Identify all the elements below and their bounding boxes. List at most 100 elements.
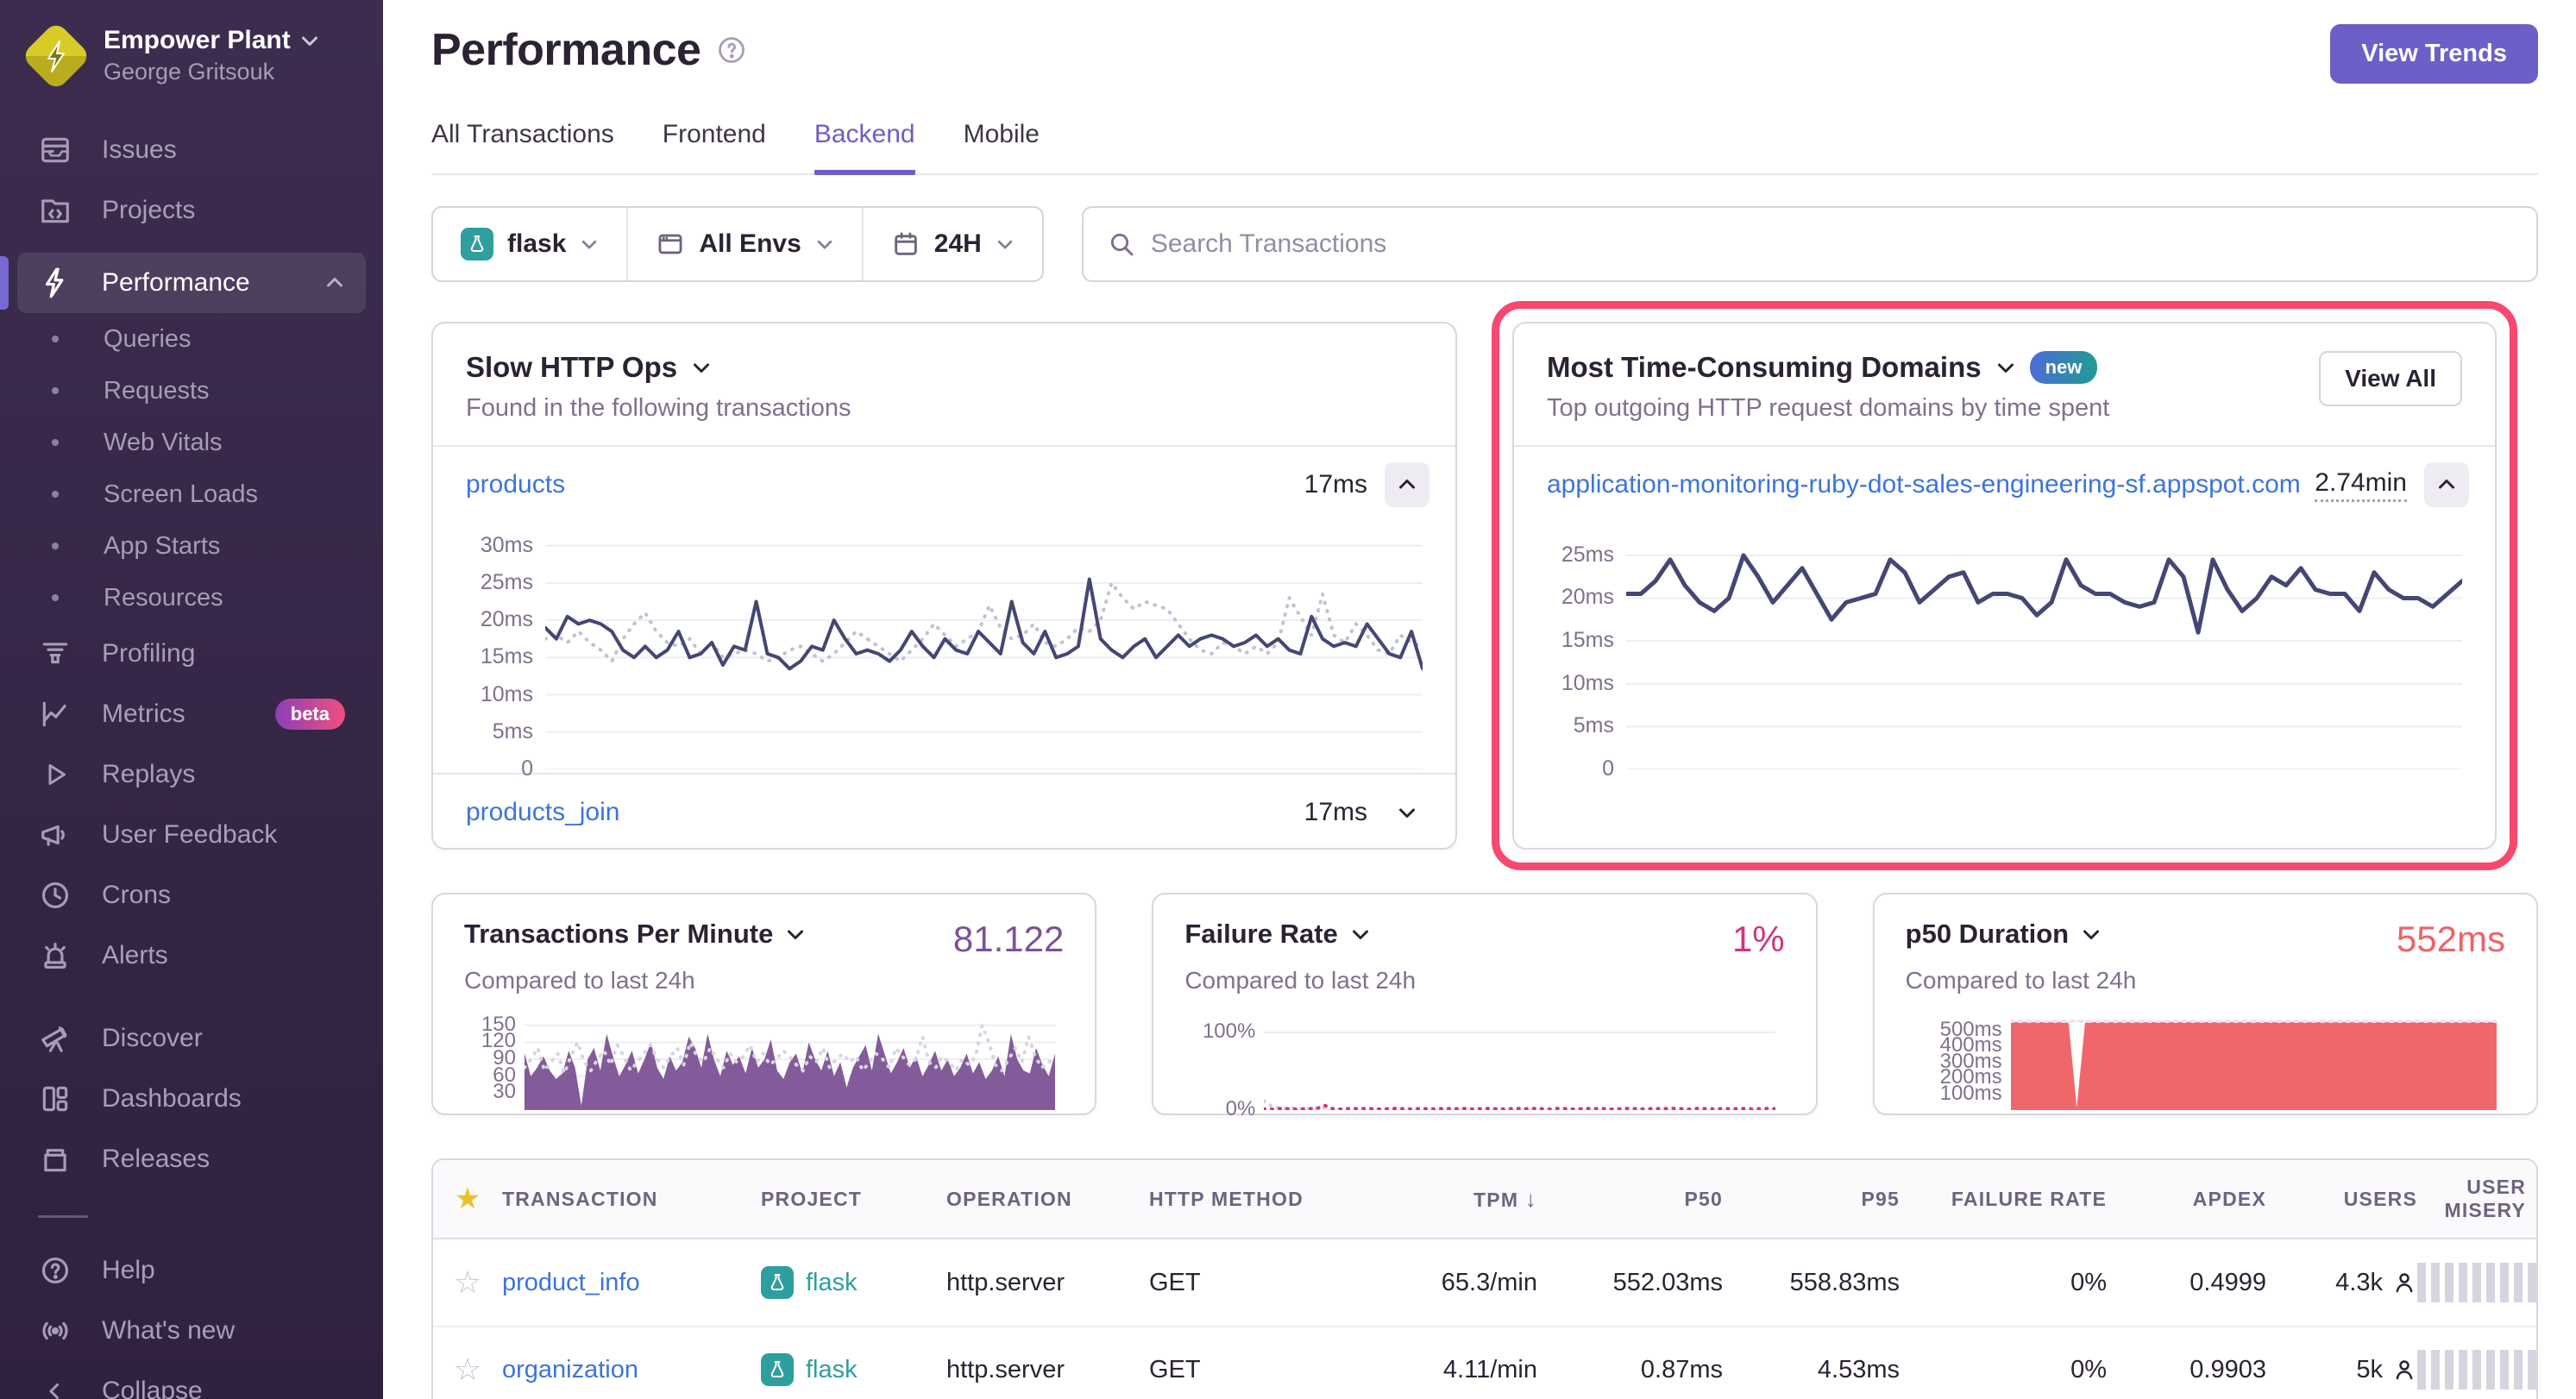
chevron-down-icon[interactable] <box>785 924 806 944</box>
chevron-down-icon <box>580 235 599 254</box>
transaction-link[interactable]: products <box>466 470 565 499</box>
p50-duration-panel: p50 Duration 552ms Compared to last 24h … <box>1873 893 2538 1115</box>
window-icon <box>656 229 685 259</box>
siren-icon <box>38 938 72 973</box>
transaction-link[interactable]: product_info <box>502 1269 640 1296</box>
time-range-label: 24H <box>934 229 982 259</box>
star-toggle-icon[interactable]: ☆ <box>433 1264 502 1301</box>
sidebar-item-dashboards[interactable]: Dashboards <box>17 1069 366 1129</box>
column-header-users[interactable]: USERS <box>2266 1188 2417 1211</box>
transaction-link[interactable]: organization <box>502 1356 638 1383</box>
column-header-failure-rate[interactable]: FAILURE RATE <box>1900 1188 2107 1211</box>
column-header-http-method[interactable]: HTTP METHOD <box>1149 1188 1369 1211</box>
question-circle-icon[interactable] <box>716 35 747 66</box>
column-header-user-misery[interactable]: USER MISERY <box>2417 1176 2536 1222</box>
tab-all-transactions[interactable]: All Transactions <box>431 120 614 175</box>
sidebar-item-web-vitals[interactable]: Web Vitals <box>17 417 366 468</box>
sidebar-collapse-button[interactable]: Collapse <box>17 1361 366 1399</box>
y-tick-label: 5ms <box>1574 713 1614 738</box>
sidebar-item-discover[interactable]: Discover <box>17 1008 366 1069</box>
sidebar-item-replays[interactable]: Replays <box>17 744 366 805</box>
sidebar-item-queries[interactable]: Queries <box>17 313 366 365</box>
tab-frontend[interactable]: Frontend <box>663 120 766 175</box>
transaction-link[interactable]: products_join <box>466 798 619 827</box>
transaction-row-products-join: products_join 17ms <box>433 775 1455 850</box>
users-count: 5k <box>2356 1356 2383 1384</box>
star-icon[interactable]: ★ <box>433 1182 502 1216</box>
tab-backend[interactable]: Backend <box>814 120 915 175</box>
collapse-toggle-button[interactable] <box>2424 462 2469 507</box>
sidebar-item-app-starts[interactable]: App Starts <box>17 520 366 572</box>
column-header-p95[interactable]: P95 <box>1723 1188 1900 1211</box>
search-icon <box>1108 230 1135 258</box>
column-header-apdex[interactable]: APDEX <box>2107 1188 2266 1211</box>
org-info: Empower Plant George Gritsouk <box>104 26 320 85</box>
view-all-button[interactable]: View All <box>2319 351 2462 406</box>
collapse-toggle-button[interactable] <box>1385 462 1429 507</box>
failure-rate-cell: 0% <box>1900 1269 2107 1297</box>
sidebar-item-requests[interactable]: Requests <box>17 365 366 417</box>
star-toggle-icon[interactable]: ☆ <box>433 1352 502 1388</box>
clock-icon <box>38 878 72 913</box>
tab-mobile[interactable]: Mobile <box>964 120 1040 175</box>
failure-rate-value: 1% <box>1732 919 1785 960</box>
sidebar-item-whats-new[interactable]: What's new <box>17 1301 366 1361</box>
sidebar-item-issues[interactable]: Issues <box>17 120 366 180</box>
tpm-cell: 4.11/min <box>1369 1356 1537 1384</box>
panel-title: Most Time-Consuming Domains <box>1547 351 1982 384</box>
column-header-tpm[interactable]: TPM ↓ <box>1369 1186 1537 1213</box>
sidebar-item-screen-loads[interactable]: Screen Loads <box>17 468 366 520</box>
chevron-down-icon[interactable] <box>691 357 712 378</box>
y-tick-label: 0% <box>1226 1097 1256 1121</box>
column-header-transaction[interactable]: TRANSACTION <box>502 1188 761 1211</box>
sidebar-item-user-feedback[interactable]: User Feedback <box>17 805 366 865</box>
time-consuming-domains-panel: Most Time-Consuming Domains new Top outg… <box>1512 322 2497 850</box>
sidebar-item-label: Replays <box>102 760 195 789</box>
p50-duration-value: 552ms <box>2397 919 2505 960</box>
column-header-p50[interactable]: P50 <box>1537 1188 1723 1211</box>
sidebar-item-crons[interactable]: Crons <box>17 865 366 925</box>
view-trends-button[interactable]: View Trends <box>2330 24 2538 84</box>
sidebar-item-help[interactable]: Help <box>17 1240 366 1301</box>
sidebar-item-metrics[interactable]: Metrics beta <box>17 684 366 744</box>
mini-subtitle: Compared to last 24h <box>464 967 1064 994</box>
chevron-up-icon[interactable] <box>324 273 345 293</box>
project-cell[interactable]: flask <box>761 1353 946 1386</box>
org-switcher[interactable]: Empower Plant George Gritsouk <box>0 0 383 108</box>
sidebar: Empower Plant George Gritsouk Issues Pro… <box>0 0 383 1399</box>
tpm-panel: Transactions Per Minute 81.122 Compared … <box>431 893 1096 1115</box>
search-input[interactable] <box>1151 229 2512 259</box>
time-range-filter[interactable]: 24H <box>862 208 1042 280</box>
projects-icon <box>38 193 72 228</box>
chevron-up-icon <box>1397 474 1417 495</box>
environment-filter[interactable]: All Envs <box>626 208 861 280</box>
y-tick-label: 10ms <box>481 682 533 707</box>
mini-title: Failure Rate <box>1184 919 1337 950</box>
table-header-row: ★ TRANSACTION PROJECT OPERATION HTTP MET… <box>433 1160 2536 1239</box>
column-header-project[interactable]: PROJECT <box>761 1188 946 1211</box>
flask-project-icon <box>761 1353 794 1386</box>
sidebar-item-label: Alerts <box>102 941 168 970</box>
mini-title: Transactions Per Minute <box>464 919 773 950</box>
chevron-down-icon[interactable] <box>2081 924 2102 944</box>
sidebar-item-releases[interactable]: Releases <box>17 1129 366 1189</box>
tab-bar: All Transactions Frontend Backend Mobile <box>431 120 2538 175</box>
table-row: ☆ product_info flask http.server GET 65.… <box>433 1239 2536 1326</box>
sidebar-item-projects[interactable]: Projects <box>17 180 366 241</box>
chevron-down-icon[interactable] <box>1995 357 2016 378</box>
sidebar-item-profiling[interactable]: Profiling <box>17 624 366 684</box>
sidebar-item-resources[interactable]: Resources <box>17 572 366 624</box>
sidebar-item-performance[interactable]: Performance <box>17 253 366 313</box>
project-filter[interactable]: flask <box>433 208 626 280</box>
mini-subtitle: Compared to last 24h <box>1906 967 2505 994</box>
domain-link[interactable]: application-monitoring-ruby-dot-sales-en… <box>1547 470 2301 499</box>
y-tick-label: 100% <box>1203 1019 1255 1044</box>
sidebar-item-label: Releases <box>102 1145 210 1174</box>
duration-value[interactable]: 2.74min <box>2315 468 2407 502</box>
y-tick-label: 25ms <box>481 570 533 595</box>
chevron-down-icon[interactable] <box>1350 924 1371 944</box>
sidebar-item-alerts[interactable]: Alerts <box>17 925 366 986</box>
expand-toggle-button[interactable] <box>1385 790 1429 835</box>
project-cell[interactable]: flask <box>761 1266 946 1299</box>
column-header-operation[interactable]: OPERATION <box>946 1188 1149 1211</box>
